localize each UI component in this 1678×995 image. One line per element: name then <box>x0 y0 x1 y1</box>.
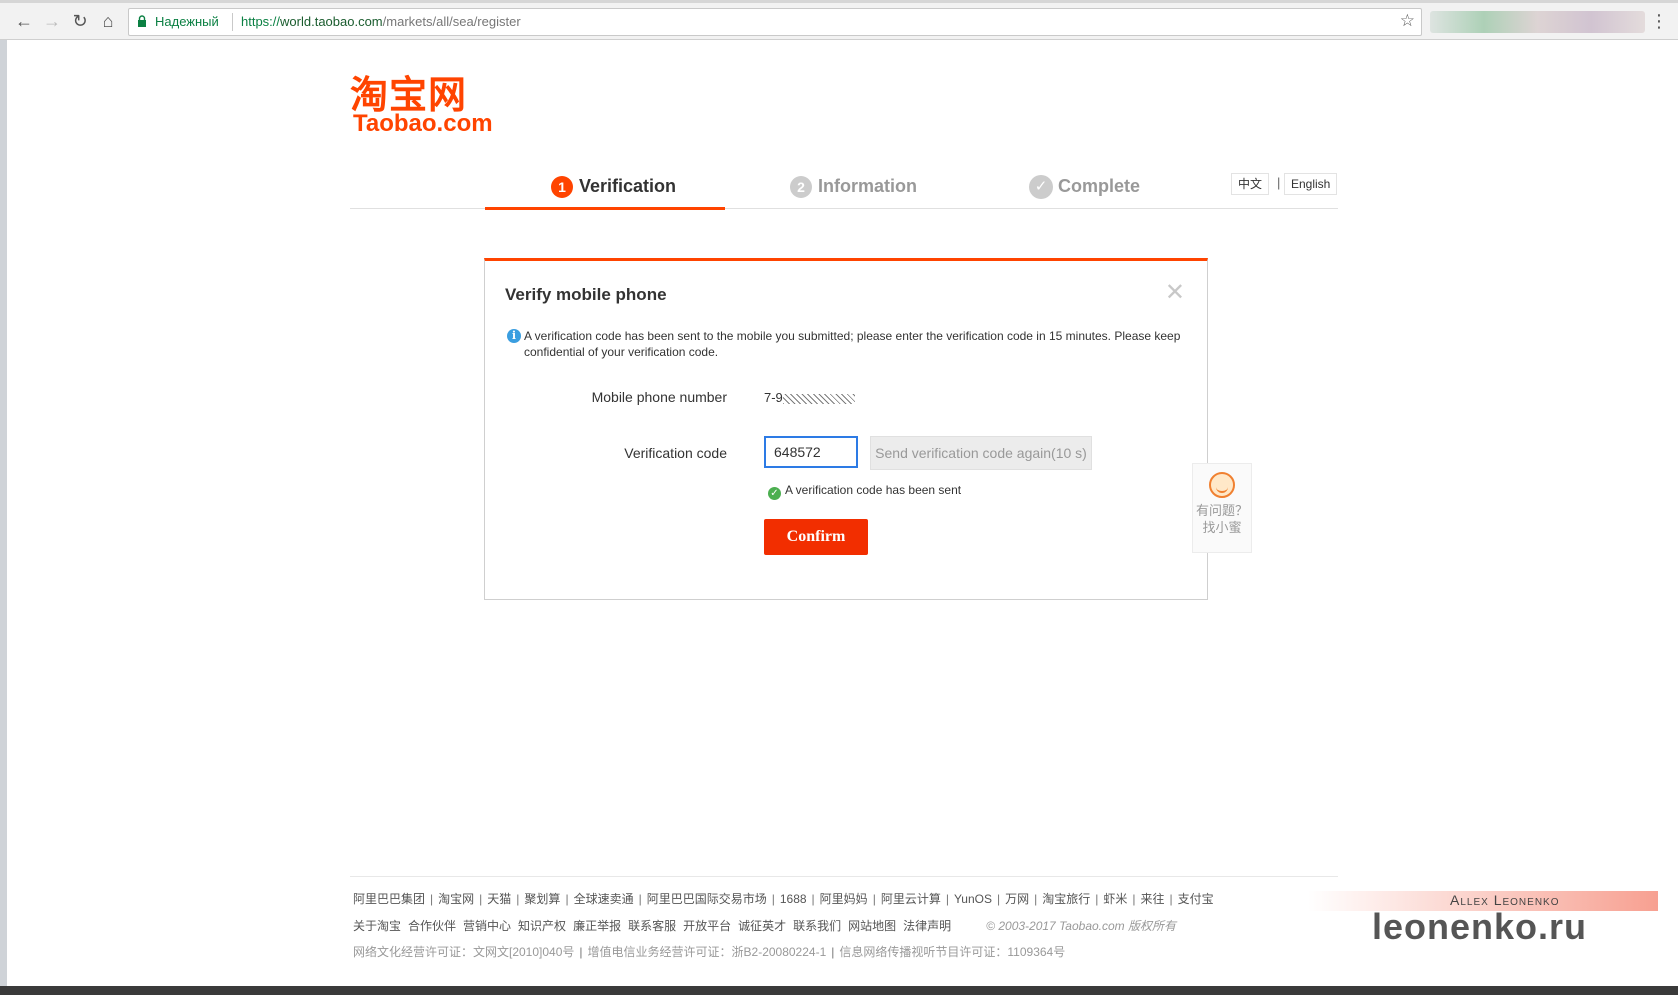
address-bar[interactable]: Надежный https://world.taobao.com/market… <box>128 8 1422 36</box>
footer-divider <box>350 876 1338 877</box>
step-number: 2 <box>790 176 812 199</box>
active-step-underline <box>485 207 725 210</box>
verification-code-field[interactable] <box>764 436 862 468</box>
taobao-logo-en[interactable]: Taobao.com <box>353 110 493 138</box>
license-text: 信息网络传播视听节目许可证：1109364号 <box>839 945 1066 959</box>
footer-link[interactable]: 淘宝网 <box>438 892 474 906</box>
step-label: Information <box>818 176 917 196</box>
step-complete: ✓ Complete <box>1029 174 1141 200</box>
license-text: 增值电信业务经营许可证：浙B2-20080224-1 <box>587 945 827 959</box>
step-verification: 1 Verification <box>551 174 677 199</box>
footer-links-secondary: 关于淘宝 合作伙伴 营销中心 知识产权 廉正举报 联系客服 开放平台 诚征英才 联系我们 网站地图… <box>353 917 1176 934</box>
omnibox-divider <box>232 13 233 31</box>
footer-separator: | <box>771 892 775 906</box>
footer-separator: | <box>811 892 815 906</box>
verify-phone-dialog: Verify mobile phone ✕ i A verification c… <box>484 258 1208 600</box>
home-icon[interactable]: ⌂ <box>96 10 120 32</box>
confirm-button[interactable]: Confirm <box>764 519 868 555</box>
footer-separator: | <box>945 892 949 906</box>
footer-link[interactable]: 廉正举报 <box>573 919 621 933</box>
close-icon[interactable]: ✕ <box>1165 281 1185 305</box>
footer-link[interactable]: 阿里巴巴集团 <box>353 892 425 906</box>
info-icon: i <box>507 329 521 343</box>
footer-link[interactable]: 知识产权 <box>518 919 566 933</box>
lang-chinese-button[interactable]: 中文 <box>1231 173 1270 195</box>
footer-separator: | <box>565 892 569 906</box>
footer-link[interactable]: 合作伙伴 <box>408 919 456 933</box>
step-number: 1 <box>551 176 573 199</box>
footer-separator: | <box>430 892 434 906</box>
forward-arrow-icon[interactable]: → <box>40 10 64 32</box>
helper-text: 有问题？ 找小蜜 <box>1195 503 1248 535</box>
footer-link[interactable]: 关于淘宝 <box>353 919 401 933</box>
footer-link[interactable]: 天猫 <box>487 892 511 906</box>
menu-dots-icon[interactable]: ⋮ <box>1650 12 1668 30</box>
footer-link[interactable]: 阿里云计算 <box>881 892 941 906</box>
footer-link[interactable]: 法律声明 <box>903 919 951 933</box>
check-success-icon: ✓ <box>768 487 781 500</box>
step-label: Complete <box>1058 176 1141 196</box>
footer-links-primary: 阿里巴巴集团 | 淘宝网 | 天猫 | 聚划算 | 全球速卖通 | 阿里巴巴国际交易市场 | 1688 |… <box>353 890 1214 907</box>
footer-link[interactable]: 来往 <box>1141 892 1165 906</box>
lang-separator: | <box>1277 175 1281 190</box>
code-label: Verification code <box>624 445 727 461</box>
footer-link[interactable]: 营销中心 <box>463 919 511 933</box>
help-assistant-widget[interactable]: 有问题？ 找小蜜 <box>1192 463 1252 553</box>
footer-separator: | <box>479 892 483 906</box>
footer-link[interactable]: 联系客服 <box>628 919 676 933</box>
footer-link[interactable]: 1688 <box>780 892 807 906</box>
footer-link[interactable]: 聚划算 <box>524 892 560 906</box>
footer-link[interactable]: 诚征英才 <box>738 919 786 933</box>
copyright-text: © 2003-2017 Taobao.com 版权所有 <box>986 919 1177 933</box>
footer-link[interactable]: 阿里巴巴国际交易市场 <box>647 892 767 906</box>
back-arrow-icon[interactable]: ← <box>12 10 36 32</box>
footer-link[interactable]: 阿里妈妈 <box>820 892 868 906</box>
browser-toolbar: ← → ↻ ⌂ Надежный https://world.taobao.co… <box>0 3 1678 40</box>
footer-separator: | <box>579 945 583 959</box>
footer-separator: | <box>996 892 1001 906</box>
footer-link[interactable]: 虾米 <box>1103 892 1127 906</box>
footer-link[interactable]: 联系我们 <box>793 919 841 933</box>
footer-link[interactable]: 网站地图 <box>848 919 896 933</box>
lang-english-button[interactable]: English <box>1284 173 1338 195</box>
bookmark-star-icon[interactable]: ☆ <box>1400 11 1415 31</box>
license-text: 网络文化经营许可证：文网文[2010]040号 <box>353 945 575 959</box>
step-information: 2 Information <box>790 174 917 199</box>
phone-value: 7-9 <box>764 390 855 405</box>
footer-link[interactable]: 万网 <box>1005 892 1029 906</box>
lock-icon <box>138 15 146 27</box>
footer-link[interactable]: 全球速卖通 <box>574 892 634 906</box>
footer-separator: | <box>831 945 835 959</box>
footer-link[interactable]: 开放平台 <box>683 919 731 933</box>
footer-link[interactable]: 淘宝旅行 <box>1042 892 1090 906</box>
footer-separator: | <box>638 892 642 906</box>
step-label: Verification <box>579 176 677 196</box>
footer-separator: | <box>1095 892 1099 906</box>
phone-label: Mobile phone number <box>591 389 727 405</box>
extensions-area[interactable] <box>1430 11 1645 33</box>
footer-link[interactable]: YunOS <box>954 892 992 906</box>
footer-separator: | <box>1034 892 1038 906</box>
checkmark-icon: ✓ <box>1029 175 1053 200</box>
window-frame-left <box>0 40 7 995</box>
assistant-face-icon <box>1209 472 1235 498</box>
dialog-title: Verify mobile phone <box>505 285 667 304</box>
resend-code-button[interactable]: Send verification code again(10 s) <box>870 436 1092 470</box>
footer-separator: | <box>872 892 876 906</box>
masked-digits <box>782 393 855 404</box>
footer-link[interactable]: 支付宝 <box>1178 892 1214 906</box>
footer-separator: | <box>1132 892 1136 906</box>
watermark-site: leonenko.ru <box>1372 906 1588 947</box>
url-text[interactable]: https://world.taobao.com/markets/all/sea… <box>241 14 521 29</box>
code-sent-status: ✓ A verification code has been sent <box>768 483 961 500</box>
info-message: A verification code has been sent to the… <box>524 329 1181 359</box>
footer-licenses: 网络文化经营许可证：文网文[2010]040号 | 增值电信业务经营许可证：浙B2-… <box>353 943 1065 960</box>
reload-icon[interactable]: ↻ <box>68 10 92 32</box>
footer-separator: | <box>1169 892 1173 906</box>
secure-label: Надежный <box>155 14 219 29</box>
footer-separator: | <box>516 892 520 906</box>
taskbar <box>0 986 1678 995</box>
verification-code-input[interactable] <box>766 438 862 466</box>
